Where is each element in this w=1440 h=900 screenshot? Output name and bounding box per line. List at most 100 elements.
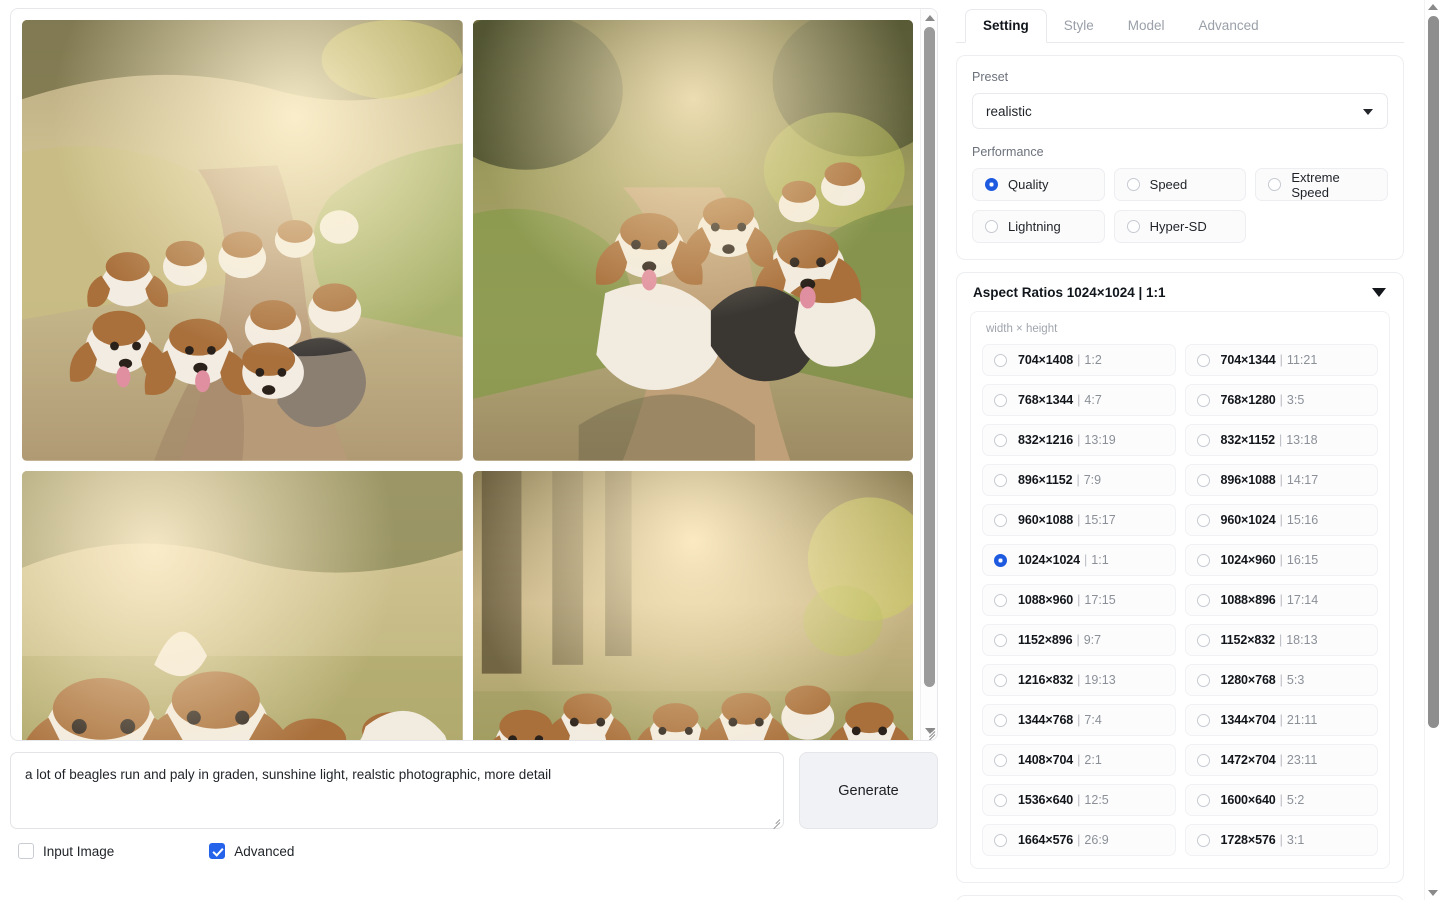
radio-quality[interactable] — [985, 178, 998, 191]
textarea-resize-grip-icon[interactable] — [769, 814, 781, 830]
performance-option-extreme-speed[interactable]: Extreme Speed — [1255, 168, 1388, 201]
radio-832x1216[interactable] — [994, 433, 1007, 447]
gallery-scroll-down-icon[interactable] — [921, 724, 937, 738]
radio-704x1344[interactable] — [1196, 353, 1210, 367]
aspect-ratio-option-1024x1024[interactable]: 1024×1024 | 1:1 — [982, 544, 1176, 576]
radio-1536x640[interactable] — [994, 793, 1007, 807]
gallery-scrollbar-thumb[interactable] — [924, 27, 935, 687]
performance-option-lightning[interactable]: Lightning — [972, 210, 1105, 243]
aspect-ratio-option-1536x640[interactable]: 1536×640 | 12:5 — [982, 784, 1176, 816]
page-scroll-up-icon[interactable] — [1428, 4, 1438, 10]
radio-lightning[interactable] — [985, 220, 998, 233]
radio-1088x960[interactable] — [994, 593, 1007, 607]
page-scrollbar-thumb[interactable] — [1427, 16, 1439, 728]
radio-768x1344[interactable] — [994, 393, 1007, 407]
width-height-hint: width × height — [986, 323, 1058, 335]
radio-768x1280[interactable] — [1196, 393, 1210, 407]
radio-1728x576[interactable] — [1196, 833, 1210, 847]
gallery-image-4[interactable] — [471, 469, 914, 740]
aspect-ratio-label: 1024×960 | 16:15 — [1221, 553, 1319, 567]
advanced-checkbox[interactable]: Advanced — [209, 843, 294, 859]
radio-1344x704[interactable] — [1196, 713, 1210, 727]
aspect-ratio-option-960x1024[interactable]: 960×1024 | 15:16 — [1184, 504, 1378, 536]
prompt-textarea[interactable]: a lot of beagles run and paly in graden,… — [10, 752, 784, 830]
aspect-ratio-option-704x1344[interactable]: 704×1344 | 11:21 — [1184, 344, 1378, 376]
aspect-ratio-option-1088x960[interactable]: 1088×960 | 17:15 — [982, 584, 1176, 616]
page-scroll-down-icon[interactable] — [1428, 890, 1438, 896]
aspect-ratio-option-1280x768[interactable]: 1280×768 | 5:3 — [1184, 664, 1378, 696]
checkbox-box-advanced[interactable] — [209, 843, 226, 859]
aspect-ratio-ratio: 12:5 — [1084, 793, 1109, 807]
aspect-ratio-dimensions: 1472×704 — [1220, 753, 1276, 767]
aspect-ratio-option-832x1216[interactable]: 832×1216 | 13:19 — [982, 424, 1176, 456]
radio-1600x640[interactable] — [1196, 793, 1210, 807]
radio-832x1152[interactable] — [1196, 433, 1210, 447]
aspect-ratio-option-1664x576[interactable]: 1664×576 | 26:9 — [982, 824, 1176, 856]
aspect-ratio-label: 896×1088 | 14:17 — [1221, 473, 1319, 487]
radio-896x1152[interactable] — [994, 473, 1007, 487]
generate-button[interactable]: Generate — [799, 752, 938, 829]
gallery-scroll-up-icon[interactable] — [921, 11, 937, 25]
radio-896x1088[interactable] — [1196, 473, 1210, 487]
radio-1088x896[interactable] — [1196, 593, 1210, 607]
aspect-ratio-option-1088x896[interactable]: 1088×896 | 17:14 — [1184, 584, 1378, 616]
prompt-text[interactable]: a lot of beagles run and paly in graden,… — [11, 753, 783, 828]
aspect-ratio-option-1600x640[interactable]: 1600×640 | 5:2 — [1184, 784, 1378, 816]
aspect-ratio-option-960x1088[interactable]: 960×1088 | 15:17 — [982, 504, 1176, 536]
aspect-ratio-dimensions: 1344×768 — [1018, 713, 1074, 727]
aspect-ratio-option-1472x704[interactable]: 1472×704 | 23:11 — [1184, 744, 1378, 776]
radio-1408x704[interactable] — [994, 753, 1007, 767]
radio-1344x768[interactable] — [994, 713, 1007, 727]
aspect-ratio-option-1728x576[interactable]: 1728×576 | 3:1 — [1184, 824, 1378, 856]
triangle-down-icon[interactable] — [1372, 288, 1386, 297]
performance-option-hyper-sd[interactable]: Hyper-SD — [1113, 210, 1247, 243]
checkbox-box-input-image[interactable] — [18, 843, 34, 859]
aspect-ratio-ratio: 11:21 — [1286, 353, 1318, 367]
aspect-ratio-option-1408x704[interactable]: 1408×704 | 2:1 — [982, 744, 1176, 776]
radio-1152x896[interactable] — [994, 633, 1007, 647]
performance-option-speed[interactable]: Speed — [1113, 168, 1247, 201]
radio-hyper-sd[interactable] — [1126, 220, 1140, 233]
performance-option-quality[interactable]: Quality — [972, 168, 1105, 201]
page-scrollbar[interactable] — [1424, 0, 1440, 900]
tab-advanced[interactable]: Advanced — [1182, 10, 1276, 42]
aspect-ratio-option-1344x704[interactable]: 1344×704 | 21:11 — [1184, 704, 1378, 736]
radio-1664x576[interactable] — [994, 833, 1007, 847]
radio-1472x704[interactable] — [1196, 753, 1210, 767]
radio-extreme-speed[interactable] — [1268, 178, 1282, 191]
aspect-ratio-option-1216x832[interactable]: 1216×832 | 19:13 — [982, 664, 1176, 696]
aspect-ratio-dimensions: 832×1216 — [1018, 433, 1074, 447]
tab-model[interactable]: Model — [1111, 10, 1182, 42]
tab-setting[interactable]: Setting — [965, 9, 1047, 43]
radio-1280x768[interactable] — [1196, 673, 1210, 687]
radio-1024x960[interactable] — [1196, 553, 1210, 567]
tab-style[interactable]: Style — [1047, 10, 1111, 42]
gallery-image-2[interactable] — [471, 19, 914, 462]
aspect-ratio-ratio: 15:16 — [1286, 513, 1319, 527]
aspect-ratio-option-896x1152[interactable]: 896×1152 | 7:9 — [982, 464, 1176, 496]
input-image-checkbox[interactable]: Input Image — [18, 843, 114, 859]
chevron-down-icon[interactable] — [1363, 109, 1373, 115]
gallery-image-3[interactable] — [21, 469, 464, 740]
preset-select[interactable]: realistic — [972, 93, 1388, 129]
aspect-ratio-option-896x1088[interactable]: 896×1088 | 14:17 — [1184, 464, 1378, 496]
aspect-ratios-header[interactable]: Aspect Ratios 1024×1024 | 1:1 — [970, 285, 1390, 300]
radio-speed[interactable] — [1126, 178, 1140, 191]
aspect-ratio-option-1152x896[interactable]: 1152×896 | 9:7 — [982, 624, 1176, 656]
aspect-ratio-option-1152x832[interactable]: 1152×832 | 18:13 — [1184, 624, 1378, 656]
aspect-ratio-option-1344x768[interactable]: 1344×768 | 7:4 — [982, 704, 1176, 736]
radio-1216x832[interactable] — [994, 673, 1007, 687]
aspect-ratio-option-768x1344[interactable]: 768×1344 | 4:7 — [982, 384, 1176, 416]
aspect-ratio-option-768x1280[interactable]: 768×1280 | 3:5 — [1184, 384, 1378, 416]
radio-960x1088[interactable] — [994, 513, 1007, 527]
radio-1152x832[interactable] — [1196, 633, 1210, 647]
radio-960x1024[interactable] — [1196, 513, 1210, 527]
gallery-image-1[interactable] — [21, 19, 464, 462]
gallery-scrollbar[interactable] — [920, 9, 937, 740]
radio-704x1408[interactable] — [994, 353, 1007, 367]
aspect-ratio-ratio: 1:1 — [1091, 553, 1109, 567]
aspect-ratio-option-704x1408[interactable]: 704×1408 | 1:2 — [982, 344, 1176, 376]
radio-1024x1024[interactable] — [994, 553, 1007, 567]
aspect-ratio-option-1024x960[interactable]: 1024×960 | 16:15 — [1184, 544, 1378, 576]
aspect-ratio-option-832x1152[interactable]: 832×1152 | 13:18 — [1184, 424, 1378, 456]
